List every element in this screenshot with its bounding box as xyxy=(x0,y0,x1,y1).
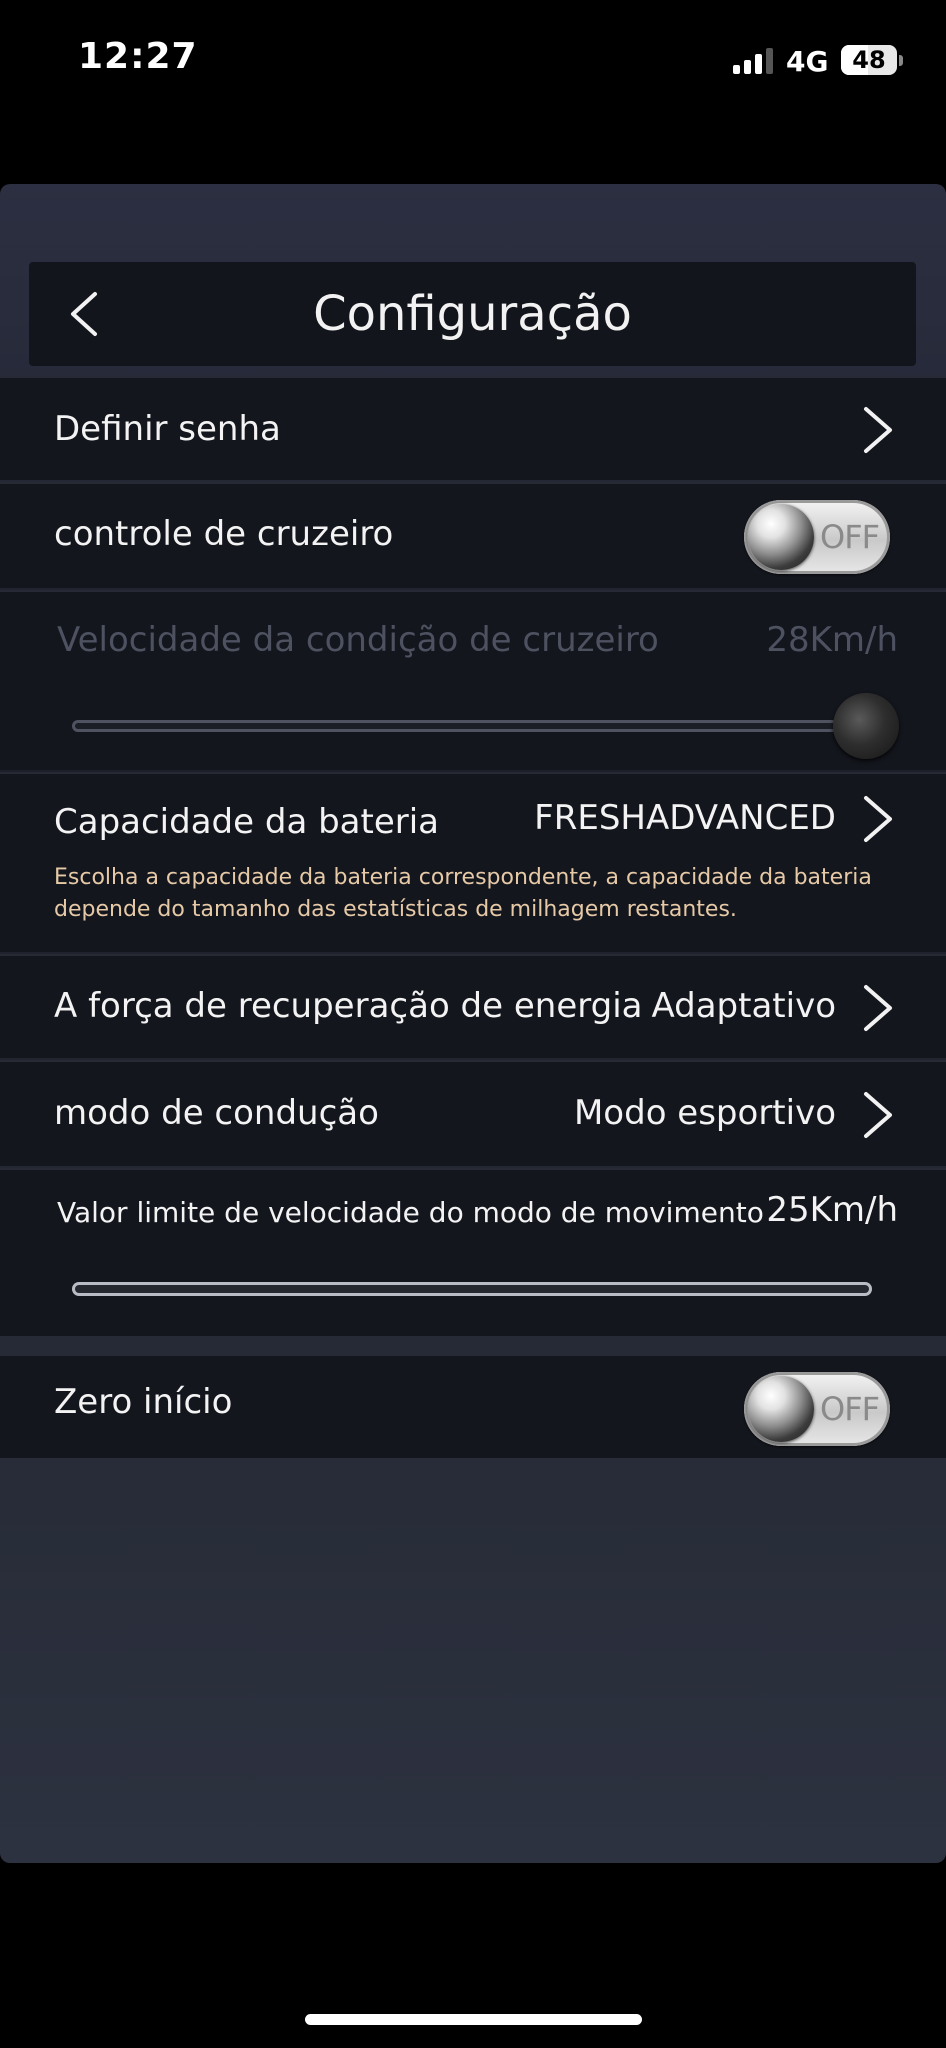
cruise-control-label: controle de cruzeiro xyxy=(54,514,394,554)
driving-mode-row[interactable]: modo de condução Modo esportivo xyxy=(0,1060,946,1166)
header-bar: Configuração xyxy=(29,262,916,366)
energy-recovery-value: Adaptativo xyxy=(651,986,836,1026)
chevron-right-icon xyxy=(864,796,892,842)
toggle-knob xyxy=(748,1376,814,1442)
battery-capacity-label: Capacidade da bateria xyxy=(54,802,440,842)
battery-capacity-value: FRESHADVANCED xyxy=(534,798,836,838)
cellular-signal-icon xyxy=(733,48,775,74)
status-time: 12:27 xyxy=(78,36,198,77)
phone-screen: 12:27 4G 48 Configuração Definir senha c… xyxy=(0,0,946,2048)
sport-speed-limit-row: Valor limite de velocidade do modo de mo… xyxy=(0,1168,946,1336)
cruise-speed-value: 28Km/h xyxy=(766,620,898,660)
battery-percentage: 48 xyxy=(852,46,886,74)
cruise-speed-row: Velocidade da condição de cruzeiro 28Km/… xyxy=(0,590,946,770)
chevron-right-icon xyxy=(864,1092,892,1138)
set-password-row[interactable]: Definir senha xyxy=(0,376,946,480)
battery-capacity-hint: Escolha a capacidade da bateria correspo… xyxy=(54,865,872,922)
chevron-right-icon xyxy=(864,407,892,453)
energy-recovery-label: A força de recuperação de energia xyxy=(54,986,643,1026)
driving-mode-label: modo de condução xyxy=(54,1093,379,1133)
sport-speed-limit-value: 25Km/h xyxy=(766,1190,898,1230)
cruise-speed-slider-handle[interactable] xyxy=(833,693,899,759)
sport-speed-limit-label: Valor limite de velocidade do modo de mo… xyxy=(57,1196,764,1229)
status-bar: 12:27 4G 48 xyxy=(0,0,946,120)
zero-start-toggle[interactable]: OFF xyxy=(744,1372,890,1446)
energy-recovery-row[interactable]: A força de recuperação de energia Adapta… xyxy=(0,954,946,1058)
battery-nub xyxy=(899,55,903,66)
page-title: Configuração xyxy=(313,286,632,342)
battery-capacity-row[interactable]: Capacidade da bateria FRESHADVANCED Esco… xyxy=(0,772,946,952)
sport-speed-limit-slider[interactable] xyxy=(72,1282,872,1296)
toggle-knob xyxy=(748,504,814,570)
settings-panel: Configuração Definir senha controle de c… xyxy=(0,184,946,1863)
home-indicator[interactable] xyxy=(305,2014,642,2025)
zero-start-label: Zero início xyxy=(54,1382,233,1422)
cruise-speed-label: Velocidade da condição de cruzeiro xyxy=(57,620,659,660)
toggle-state-text: OFF xyxy=(820,518,880,556)
battery-icon: 48 xyxy=(841,45,903,75)
zero-start-row: Zero início OFF xyxy=(0,1354,946,1458)
cruise-control-row: controle de cruzeiro OFF xyxy=(0,482,946,588)
cruise-control-toggle[interactable]: OFF xyxy=(744,500,890,574)
network-type: 4G xyxy=(786,45,829,78)
toggle-state-text: OFF xyxy=(820,1390,880,1428)
chevron-right-icon xyxy=(864,985,892,1031)
cruise-speed-slider[interactable] xyxy=(72,720,872,732)
set-password-label: Definir senha xyxy=(54,409,281,449)
driving-mode-value: Modo esportivo xyxy=(573,1093,836,1133)
